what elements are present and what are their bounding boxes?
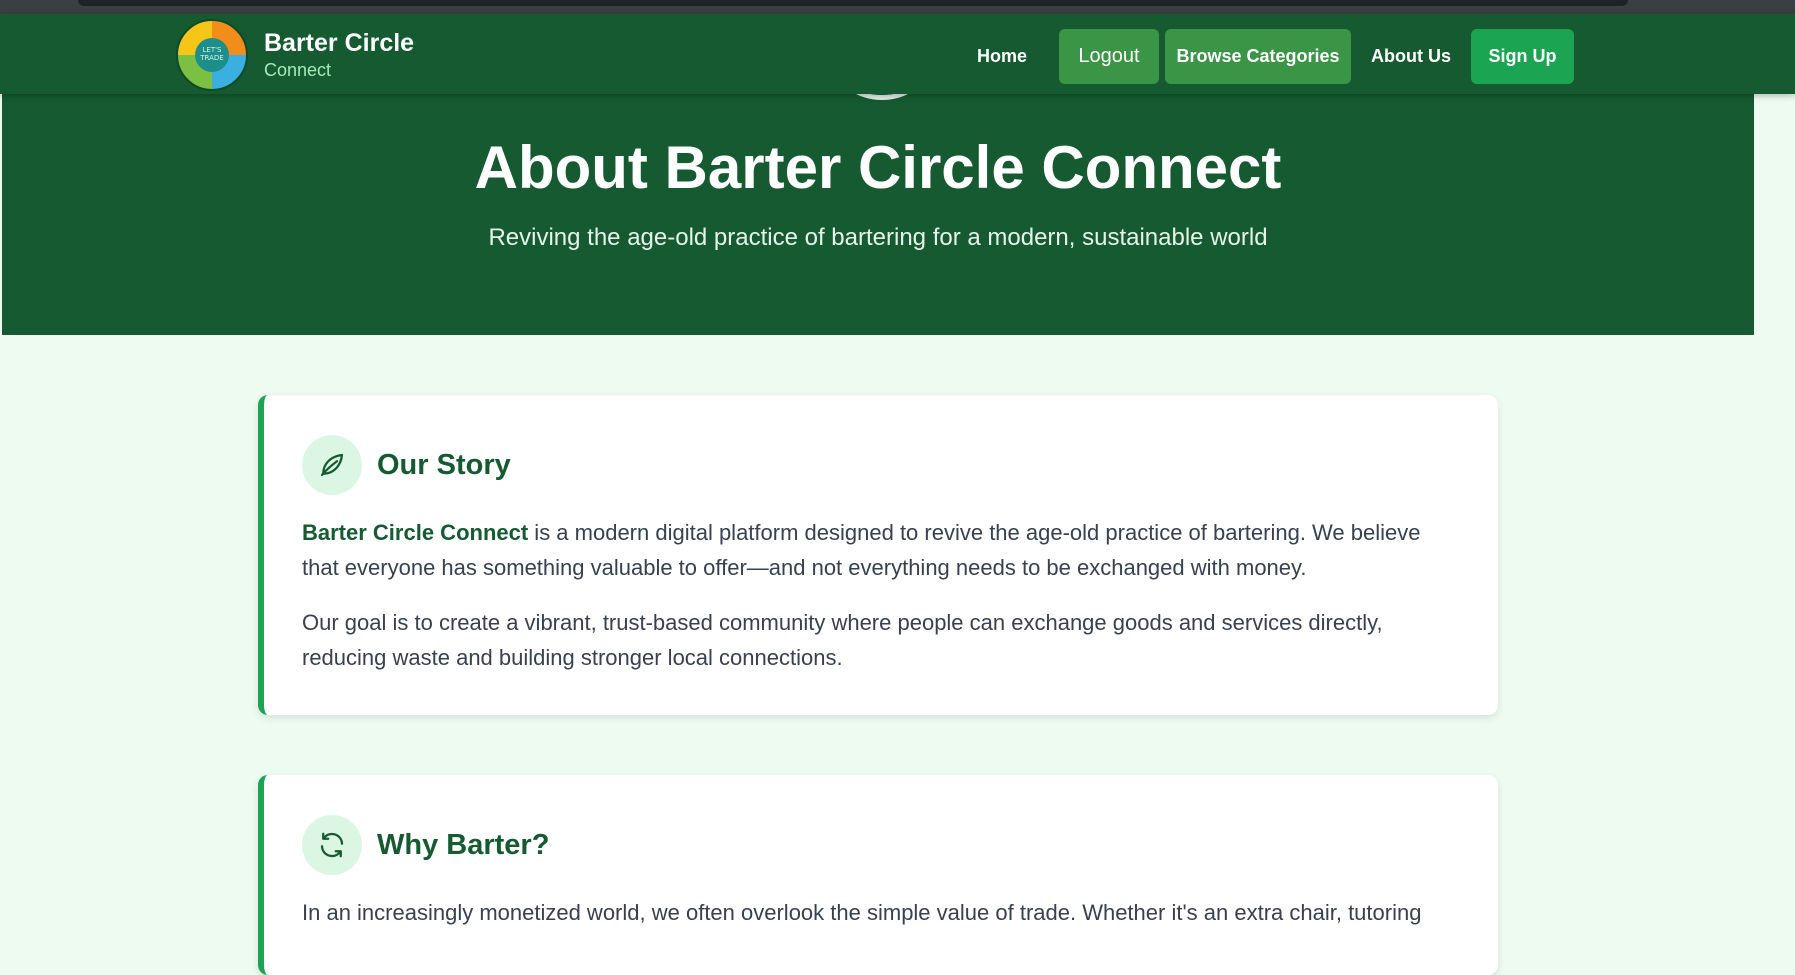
leaf-icon [302, 435, 362, 495]
browser-tab-bar [78, 0, 1628, 6]
logo-core: LET'S TRADE [195, 38, 229, 72]
logout-button[interactable]: Logout [1059, 28, 1160, 84]
card-title: Why Barter? [377, 828, 550, 861]
brand-highlight: Barter Circle Connect [302, 520, 529, 545]
brand-logo: LET'S TRADE [176, 19, 248, 91]
nav-about-link[interactable]: About Us [1359, 28, 1463, 84]
signup-button[interactable]: Sign Up [1471, 28, 1575, 84]
hero-banner: About Barter Circle Connect Reviving the… [2, 94, 1754, 335]
nav-home-link[interactable]: Home [965, 28, 1039, 84]
page-subtitle: Reviving the age-old practice of barteri… [488, 224, 1268, 251]
nav-links: Home Logout Browse Categories About Us S… [965, 28, 1575, 84]
card-header: Our Story [302, 435, 1458, 495]
page-title: About Barter Circle Connect [474, 134, 1282, 201]
why-paragraph-1: In an increasingly monetized world, we o… [302, 900, 1422, 925]
our-story-card: Our Story Barter Circle Connect is a mod… [258, 395, 1498, 715]
navbar: LET'S TRADE Barter Circle Connect Home L… [0, 14, 1795, 94]
refresh-icon [302, 815, 362, 875]
brand[interactable]: LET'S TRADE Barter Circle Connect [176, 19, 414, 91]
story-paragraph-1: Barter Circle Connect is a modern digita… [302, 515, 1458, 585]
brand-text: Barter Circle Connect [264, 28, 414, 82]
brand-name: Barter Circle [264, 29, 415, 57]
story-paragraph-2: Our goal is to create a vibrant, trust-b… [302, 610, 1383, 670]
browse-categories-button[interactable]: Browse Categories [1165, 28, 1352, 84]
brand-tagline: Connect [264, 60, 332, 80]
browser-top-strip [0, 0, 1795, 14]
card-header: Why Barter? [302, 815, 1458, 875]
card-title: Our Story [377, 448, 511, 481]
why-barter-card: Why Barter? In an increasingly monetized… [258, 775, 1498, 975]
